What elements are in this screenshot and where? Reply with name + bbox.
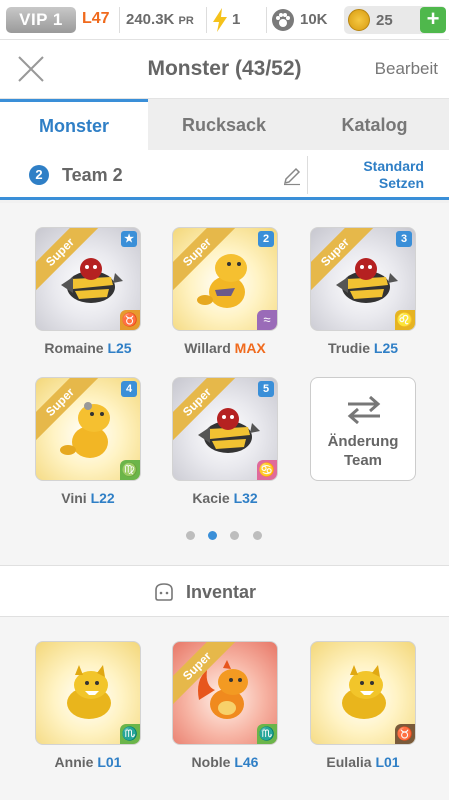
set-standard-label-line2: Setzen — [378, 175, 424, 191]
add-coins-button[interactable]: + — [420, 7, 446, 33]
slot-badge: 5 — [258, 381, 274, 397]
monster-card[interactable]: Super 4 ♍ — [35, 377, 141, 481]
monster-name: Noble — [191, 754, 231, 770]
slot-badge: 4 — [121, 381, 137, 397]
monster-name-label: Eulalia L01 — [293, 754, 433, 770]
coin-icon — [348, 9, 370, 31]
bag-icon — [155, 583, 173, 601]
divider — [266, 7, 267, 33]
golden-monster-icon — [67, 665, 111, 719]
paw-value: 10K — [300, 11, 328, 28]
golden-monster-icon — [342, 665, 386, 719]
zodiac-taurus-icon: ♉ — [395, 724, 415, 744]
monster-card[interactable]: ♏ — [35, 641, 141, 745]
monster-card[interactable]: Super 3 ♌ — [310, 227, 416, 331]
page-dot[interactable] — [230, 531, 239, 540]
change-team-button[interactable]: Änderung Team — [310, 377, 416, 481]
monster-name: Eulalia — [326, 754, 372, 770]
page-dot[interactable] — [253, 531, 262, 540]
monster-level: L46 — [234, 754, 259, 770]
monster-name-label: Vini L22 — [18, 490, 158, 506]
monster-card[interactable]: Super 2 ≈ — [172, 227, 278, 331]
divider — [119, 7, 120, 33]
monster-name-label: Annie L01 — [18, 754, 158, 770]
paw-icon — [272, 9, 294, 31]
set-standard-button[interactable]: Standard Setzen — [310, 158, 424, 192]
zodiac-scorpio-icon: ♏ — [257, 724, 277, 744]
monster-name: Vini — [61, 490, 87, 506]
slot-badge: 3 — [396, 231, 412, 247]
monster-level: L01 — [375, 754, 400, 770]
tab-rucksack[interactable]: Rucksack — [148, 99, 300, 151]
monster-name: Trudie — [327, 340, 370, 356]
coin-value: 25 — [376, 12, 393, 29]
monster-name-label: Willard MAX — [155, 340, 295, 356]
monster-level: L25 — [107, 340, 132, 356]
monster-name-label: Romaine L25 — [18, 340, 158, 356]
monster-name: Willard — [184, 340, 231, 356]
inventory-panel: ♏ Annie L01 Super ♏ Noble L46 ♉ Eulalia … — [0, 617, 449, 800]
team-panel: Super ★ ♉ Romaine L25 Super 2 ≈ Willard … — [0, 203, 449, 565]
lightning-icon — [213, 8, 227, 32]
edit-button[interactable]: Bearbeit — [375, 59, 438, 79]
change-team-line1: Änderung — [327, 433, 399, 450]
monster-name: Annie — [54, 754, 94, 770]
tab-bar: Monster Rucksack Katalog — [0, 98, 449, 151]
power-unit: PR — [178, 15, 194, 27]
divider — [307, 156, 308, 194]
team-number-badge: 2 — [29, 165, 49, 185]
page-dot-active[interactable] — [208, 531, 217, 540]
monster-name: Romaine — [44, 340, 104, 356]
monster-card[interactable]: ♉ — [310, 641, 416, 745]
star-badge-icon: ★ — [121, 231, 137, 247]
zodiac-scorpio-icon: ♏ — [120, 724, 140, 744]
inventory-header: Inventar — [0, 565, 449, 617]
coin-counter: 25 + — [344, 6, 446, 34]
monster-name-label: Kacie L32 — [155, 490, 295, 506]
page-header: Monster (43/52) Bearbeit — [0, 40, 449, 98]
change-team-line2: Team — [343, 452, 383, 469]
tab-monster[interactable]: Monster — [0, 99, 148, 151]
zodiac-aquarius-icon: ≈ — [257, 310, 277, 330]
set-standard-label-line1: Standard — [363, 158, 424, 174]
power-value: 240.3K PR — [126, 11, 194, 28]
pencil-icon[interactable] — [282, 166, 302, 186]
change-team-label: Änderung Team — [311, 432, 415, 470]
team-selector: 2 Team 2 Standard Setzen — [0, 150, 449, 200]
monster-level: MAX — [234, 340, 266, 356]
monster-name-label: Noble L46 — [155, 754, 295, 770]
page-dot[interactable] — [186, 531, 195, 540]
monster-level: L01 — [97, 754, 122, 770]
monster-level: L32 — [233, 490, 258, 506]
monster-level: L22 — [90, 490, 115, 506]
team-name[interactable]: Team 2 — [62, 165, 123, 186]
zodiac-leo-icon: ♌ — [395, 310, 415, 330]
monster-card[interactable]: Super ♏ — [172, 641, 278, 745]
status-bar: VIP 1 L47 240.3K PR 1 10K 25 + — [0, 0, 449, 40]
tab-katalog[interactable]: Katalog — [300, 99, 449, 151]
energy-value: 1 — [232, 11, 241, 28]
zodiac-virgo-icon: ♍ — [120, 460, 140, 480]
monster-card[interactable]: Super ★ ♉ — [35, 227, 141, 331]
divider — [206, 7, 207, 33]
monster-name: Kacie — [192, 490, 230, 506]
slot-badge: 2 — [258, 231, 274, 247]
monster-card[interactable]: Super 5 ♋ — [172, 377, 278, 481]
zodiac-taurus-icon: ♉ — [120, 310, 140, 330]
swap-icon — [347, 396, 381, 424]
inventory-title: Inventar — [186, 582, 257, 602]
monster-name-label: Trudie L25 — [293, 340, 433, 356]
power-number: 240.3K — [126, 11, 175, 28]
player-level: L47 — [82, 10, 110, 27]
monster-level: L25 — [373, 340, 399, 356]
zodiac-cancer-icon: ♋ — [257, 460, 277, 480]
vip-badge[interactable]: VIP 1 — [6, 7, 76, 33]
